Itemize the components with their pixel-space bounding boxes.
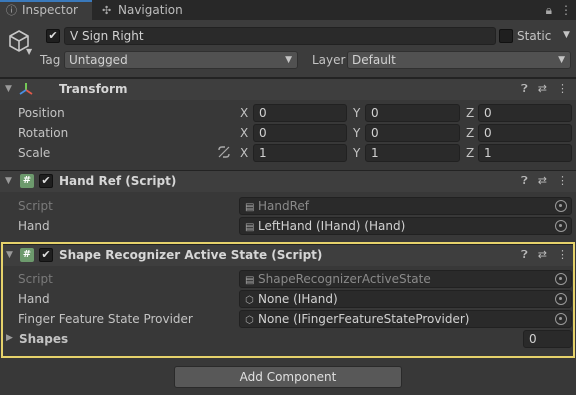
transform-title: Transform <box>59 82 128 96</box>
axis-y-label: Y <box>353 126 361 140</box>
lock-icon[interactable]: 🔒︎ <box>546 3 552 17</box>
object-picker-icon <box>555 200 567 212</box>
script-file-icon: ▤ <box>245 222 255 233</box>
static-label: Static <box>517 29 552 43</box>
window-controls: 🔒︎ ⋮ <box>538 0 572 20</box>
layer-dropdown[interactable]: Default ▼ <box>347 51 571 69</box>
more-icon[interactable]: ⋮ <box>560 3 572 17</box>
axis-y-label: Y <box>353 106 361 120</box>
static-checkbox[interactable] <box>499 29 513 43</box>
constrain-proportions-icon[interactable] <box>217 146 231 158</box>
position-label: Position <box>18 106 65 120</box>
object-name-field[interactable]: V Sign Right <box>64 27 496 45</box>
rotation-x-field[interactable]: 0 <box>253 124 347 142</box>
axis-y-label: Y <box>353 146 361 160</box>
rotation-label: Rotation <box>18 126 69 140</box>
position-x-field[interactable]: 0 <box>253 104 347 122</box>
layer-label: Layer <box>312 53 346 67</box>
scale-x-field[interactable]: 1 <box>253 144 347 162</box>
axis-z-label: Z <box>466 146 475 160</box>
add-component-button[interactable]: Add Component <box>174 366 402 388</box>
tab-navigation[interactable]: ✣ Navigation <box>96 0 206 20</box>
handref-title: Hand Ref (Script) <box>59 174 177 188</box>
scale-z-field[interactable]: 1 <box>478 144 572 162</box>
axis-x-label: X <box>240 146 249 160</box>
script-file-icon: ▤ <box>245 202 255 213</box>
component-header-icons: ❓︎ ⇄ ⋮ <box>511 170 568 192</box>
active-checkbox[interactable]: ✔ <box>46 29 60 43</box>
preset-icon[interactable]: ⇄ <box>538 174 547 187</box>
axis-z-label: Z <box>466 106 475 120</box>
info-icon: ⓘ <box>6 4 17 17</box>
handref-script-field: ▤ HandRef <box>239 197 572 215</box>
component-header-icons: ❓︎ ⇄ ⋮ <box>511 78 568 100</box>
rotation-z-field[interactable]: 0 <box>478 124 572 142</box>
chevron-down-icon: ▼ <box>285 55 292 65</box>
preset-icon[interactable]: ⇄ <box>538 82 547 95</box>
rotation-y-field[interactable]: 0 <box>365 124 460 142</box>
script-icon: # <box>20 174 34 188</box>
highlight-frame <box>1 242 575 358</box>
icon-dropdown-arrow[interactable]: ▼ <box>26 47 32 56</box>
chevron-down-icon: ▼ <box>558 55 565 65</box>
foldout-arrow-icon[interactable]: ▼ <box>5 84 12 94</box>
scale-y-field[interactable]: 1 <box>365 144 460 162</box>
navigation-icon: ✣ <box>102 4 112 17</box>
more-icon[interactable]: ⋮ <box>557 82 568 95</box>
axis-z-label: Z <box>466 126 475 140</box>
object-picker-icon[interactable] <box>555 220 567 232</box>
static-dropdown-arrow[interactable]: ▼ <box>563 30 570 40</box>
help-icon[interactable]: ❓︎ <box>521 174 528 187</box>
handref-script-label: Script <box>18 199 53 213</box>
tag-dropdown[interactable]: Untagged ▼ <box>64 51 298 69</box>
tab-inspector[interactable]: ⓘ Inspector <box>0 0 92 20</box>
handref-hand-field[interactable]: ▤ LeftHand (IHand) (Hand) <box>239 217 572 235</box>
handref-hand-label: Hand <box>18 219 50 233</box>
more-icon[interactable]: ⋮ <box>557 174 568 187</box>
position-y-field[interactable]: 0 <box>365 104 460 122</box>
transform-icon <box>19 83 33 95</box>
tag-label: Tag <box>40 53 61 67</box>
handref-enabled-checkbox[interactable]: ✔ <box>39 174 53 188</box>
position-z-field[interactable]: 0 <box>478 104 572 122</box>
help-icon[interactable]: ❓︎ <box>521 82 528 95</box>
foldout-arrow-icon[interactable]: ▼ <box>5 176 12 186</box>
axis-x-label: X <box>240 106 249 120</box>
axis-x-label: X <box>240 126 249 140</box>
scale-label: Scale <box>18 146 51 160</box>
